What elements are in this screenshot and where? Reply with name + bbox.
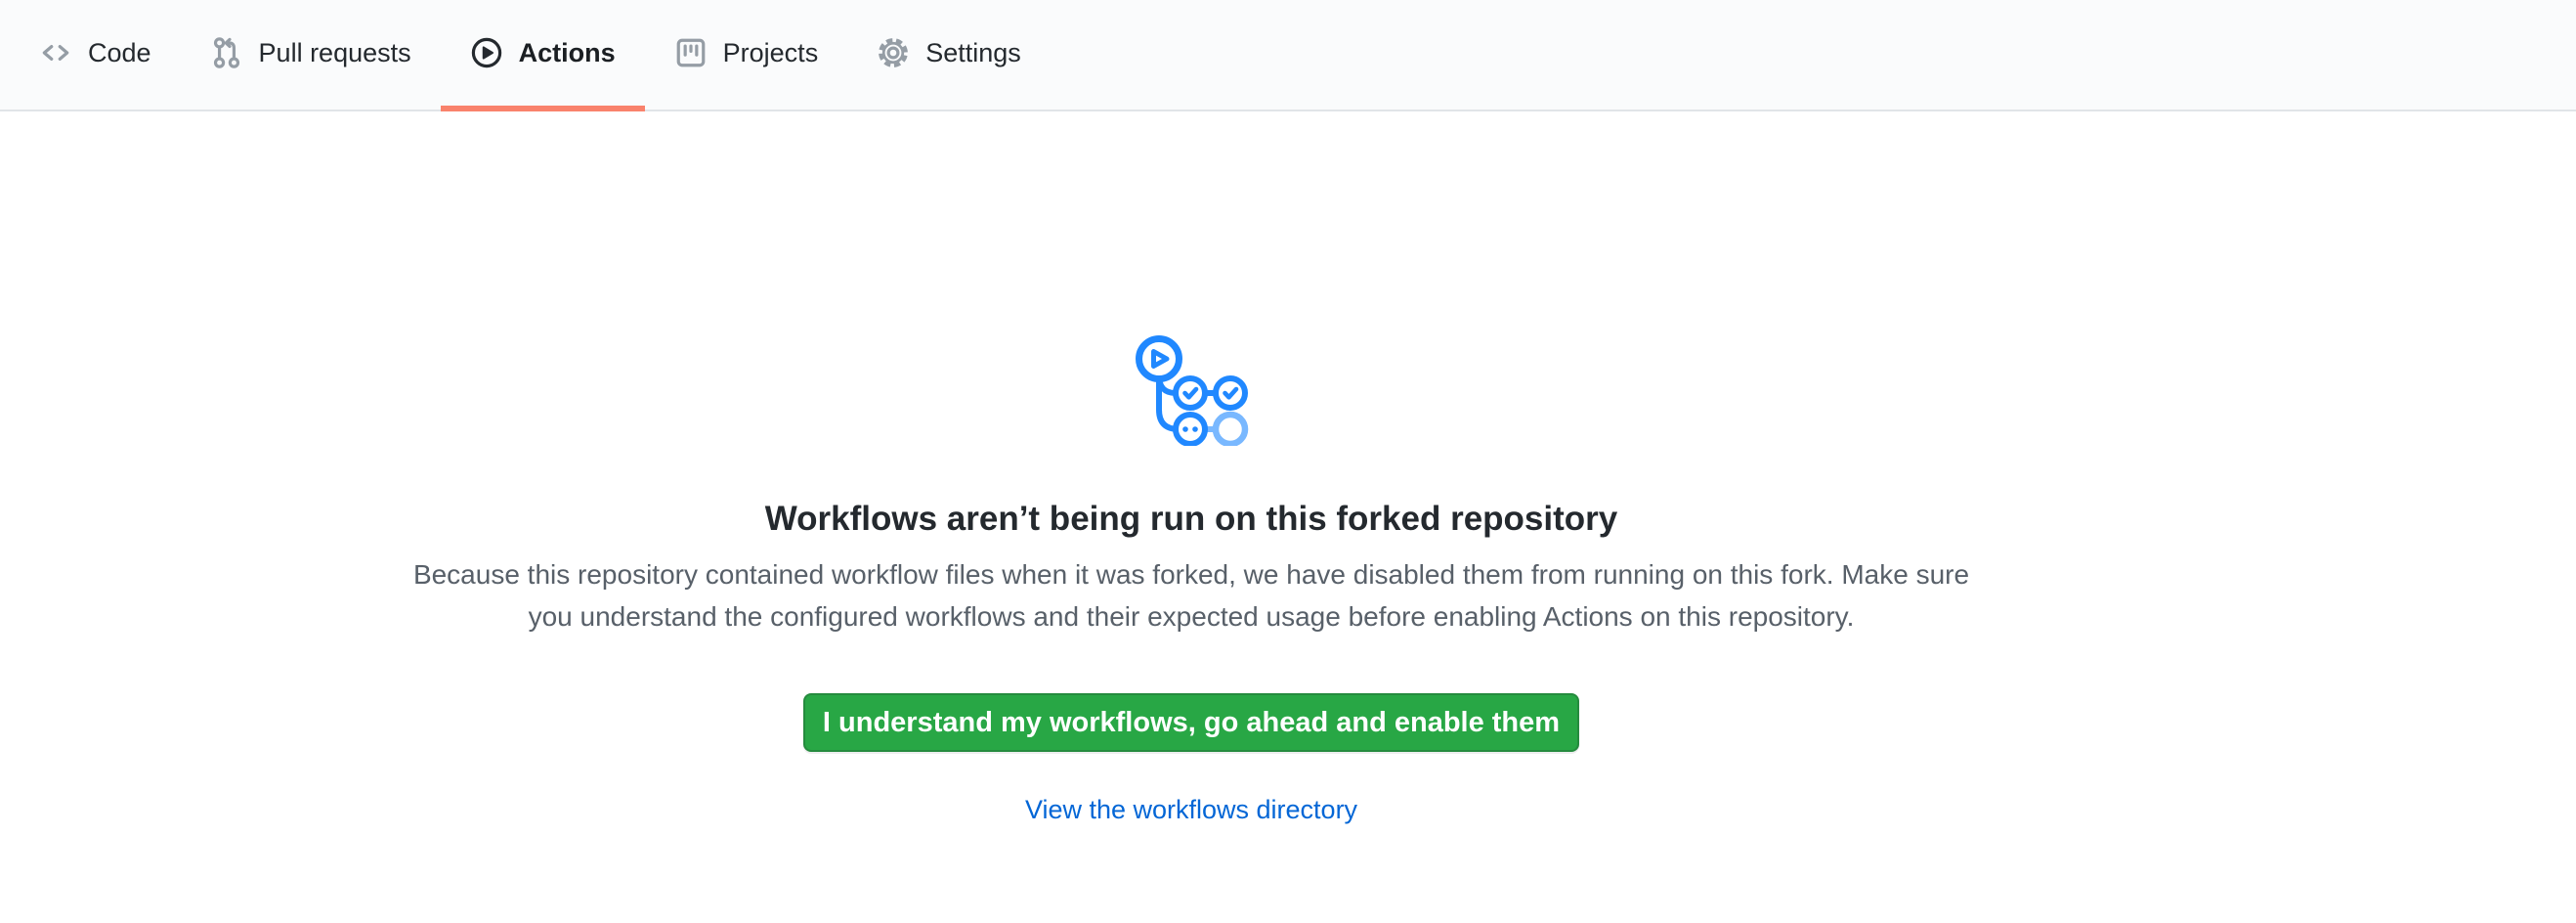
tab-projects[interactable]: Projects bbox=[645, 0, 848, 111]
tab-actions[interactable]: Actions bbox=[441, 0, 645, 111]
play-circle-icon bbox=[470, 36, 503, 69]
tab-label: Pull requests bbox=[259, 38, 411, 68]
view-workflows-directory-link[interactable]: View the workflows directory bbox=[1025, 795, 1357, 825]
actions-disabled-blankslate: Workflows aren’t being run on this forke… bbox=[0, 111, 2383, 825]
enable-workflows-button[interactable]: I understand my workflows, go ahead and … bbox=[803, 693, 1579, 752]
tab-label: Settings bbox=[925, 38, 1021, 68]
page-title: Workflows aren’t being run on this forke… bbox=[765, 498, 1618, 541]
project-icon bbox=[674, 36, 708, 69]
tab-settings[interactable]: Settings bbox=[847, 0, 1051, 111]
git-pull-request-icon bbox=[210, 36, 243, 69]
tab-pull-requests[interactable]: Pull requests bbox=[181, 0, 441, 111]
tab-code[interactable]: Code bbox=[10, 0, 181, 111]
repo-tab-nav: Code Pull requests Actions bbox=[0, 0, 2576, 111]
blankslate-description: Because this repository contained workfl… bbox=[390, 553, 1993, 637]
code-icon bbox=[39, 36, 72, 69]
tab-label: Projects bbox=[723, 38, 819, 68]
tab-label: Actions bbox=[519, 38, 616, 68]
gear-icon bbox=[877, 36, 910, 69]
workflow-graph-icon bbox=[1127, 330, 1256, 451]
tab-label: Code bbox=[88, 38, 151, 68]
